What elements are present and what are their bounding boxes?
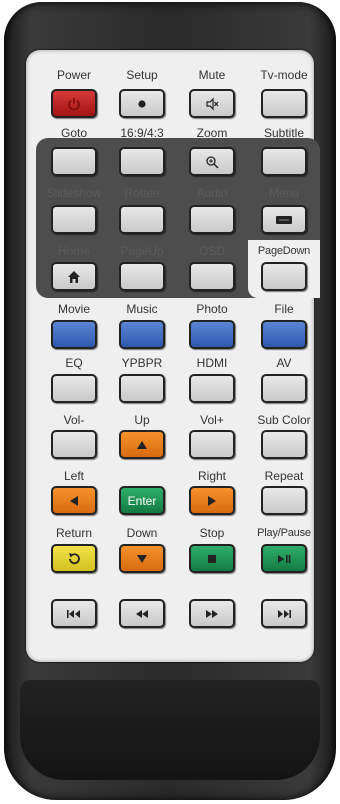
zoom-button[interactable] bbox=[189, 147, 235, 176]
skip-previous-icon bbox=[67, 609, 80, 618]
label-music: Music bbox=[126, 302, 158, 316]
down-button[interactable] bbox=[119, 544, 165, 573]
label-setup: Setup bbox=[126, 68, 158, 82]
audio-button[interactable] bbox=[189, 205, 235, 234]
slideshow-button[interactable] bbox=[51, 205, 97, 234]
previous-button[interactable] bbox=[51, 599, 97, 628]
label-right: Right bbox=[197, 469, 226, 483]
home-button[interactable] bbox=[51, 262, 97, 291]
label-down: Down bbox=[126, 526, 158, 540]
label-slideshow: Slideshow bbox=[46, 186, 102, 200]
av-button[interactable] bbox=[261, 374, 307, 403]
label-vol-down: Vol- bbox=[63, 413, 85, 427]
stop-icon bbox=[208, 554, 216, 563]
music-button[interactable] bbox=[119, 320, 165, 349]
fast-forward-icon bbox=[206, 609, 218, 618]
subtitle-button[interactable] bbox=[261, 147, 307, 176]
menu-button[interactable] bbox=[261, 205, 307, 234]
label-audio: Audio bbox=[196, 186, 228, 200]
return-button[interactable] bbox=[51, 544, 97, 573]
label-home: Home bbox=[57, 244, 90, 258]
vol-up-button[interactable] bbox=[189, 430, 235, 459]
sub-color-button[interactable] bbox=[261, 430, 307, 459]
next-button[interactable] bbox=[261, 599, 307, 628]
power-button[interactable] bbox=[51, 89, 97, 118]
dot-icon bbox=[138, 99, 146, 108]
mute-icon bbox=[206, 97, 219, 110]
return-icon bbox=[69, 552, 80, 564]
label-power: Power bbox=[56, 68, 91, 82]
label-aspect: 16:9/4:3 bbox=[120, 126, 164, 140]
label-repeat: Repeat bbox=[264, 469, 304, 483]
fast-forward-button[interactable] bbox=[189, 599, 235, 628]
label-movie: Movie bbox=[57, 302, 90, 316]
label-file: File bbox=[274, 302, 294, 316]
label-left: Left bbox=[63, 469, 84, 483]
label-pagedown: PageDown bbox=[257, 245, 311, 257]
skip-next-icon bbox=[278, 609, 291, 618]
magnifier-icon bbox=[206, 155, 219, 169]
label-photo: Photo bbox=[196, 302, 228, 316]
enter-label: Enter bbox=[127, 493, 157, 508]
rewind-button[interactable] bbox=[119, 599, 165, 628]
label-zoom: Zoom bbox=[196, 126, 228, 140]
label-return: Return bbox=[55, 526, 93, 540]
right-button[interactable] bbox=[189, 486, 235, 515]
stop-button[interactable] bbox=[189, 544, 235, 573]
label-play-pause: Play/Pause bbox=[257, 527, 311, 539]
label-tv-mode: Tv-mode bbox=[260, 68, 308, 82]
photo-button[interactable] bbox=[189, 320, 235, 349]
goto-button[interactable] bbox=[51, 147, 97, 176]
label-ypbpr: YPBPR bbox=[121, 356, 163, 370]
power-icon bbox=[68, 97, 80, 110]
label-eq: EQ bbox=[65, 356, 83, 370]
triangle-down-icon bbox=[137, 554, 147, 563]
pageup-button[interactable] bbox=[119, 262, 165, 291]
osd-button[interactable] bbox=[189, 262, 235, 291]
menu-icon bbox=[276, 215, 292, 224]
label-mute: Mute bbox=[198, 68, 226, 82]
label-osd: OSD bbox=[198, 244, 225, 258]
label-pageup: PageUp bbox=[120, 244, 164, 258]
label-vol-up: Vol+ bbox=[200, 413, 224, 427]
left-button[interactable] bbox=[51, 486, 97, 515]
rotate-button[interactable] bbox=[119, 205, 165, 234]
play-pause-icon bbox=[278, 554, 291, 563]
label-sub-color: Sub Color bbox=[257, 413, 311, 427]
movie-button[interactable] bbox=[51, 320, 97, 349]
triangle-left-icon bbox=[70, 495, 78, 506]
play-pause-button[interactable] bbox=[261, 544, 307, 573]
pagedown-button[interactable] bbox=[261, 262, 307, 291]
rewind-icon bbox=[136, 609, 148, 618]
enter-button[interactable]: Enter bbox=[119, 486, 165, 515]
up-button[interactable] bbox=[119, 430, 165, 459]
setup-button[interactable] bbox=[119, 89, 165, 118]
mute-button[interactable] bbox=[189, 89, 235, 118]
label-av: AV bbox=[276, 356, 292, 370]
label-menu: Menu bbox=[268, 186, 300, 200]
ypbpr-button[interactable] bbox=[119, 374, 165, 403]
label-hdmi: HDMI bbox=[196, 356, 228, 370]
label-up: Up bbox=[134, 413, 150, 427]
label-stop: Stop bbox=[199, 526, 225, 540]
vol-down-button[interactable] bbox=[51, 430, 97, 459]
aspect-button[interactable] bbox=[119, 147, 165, 176]
label-rotate: Rotate bbox=[124, 186, 160, 200]
triangle-up-icon bbox=[137, 440, 147, 449]
file-button[interactable] bbox=[261, 320, 307, 349]
remote-bottom-grip bbox=[20, 680, 320, 780]
label-goto: Goto bbox=[60, 126, 87, 140]
triangle-right-icon bbox=[208, 495, 216, 506]
repeat-button[interactable] bbox=[261, 486, 307, 515]
eq-button[interactable] bbox=[51, 374, 97, 403]
home-icon bbox=[68, 270, 80, 283]
label-subtitle: Subtitle bbox=[263, 126, 305, 140]
hdmi-button[interactable] bbox=[189, 374, 235, 403]
tv-mode-button[interactable] bbox=[261, 89, 307, 118]
